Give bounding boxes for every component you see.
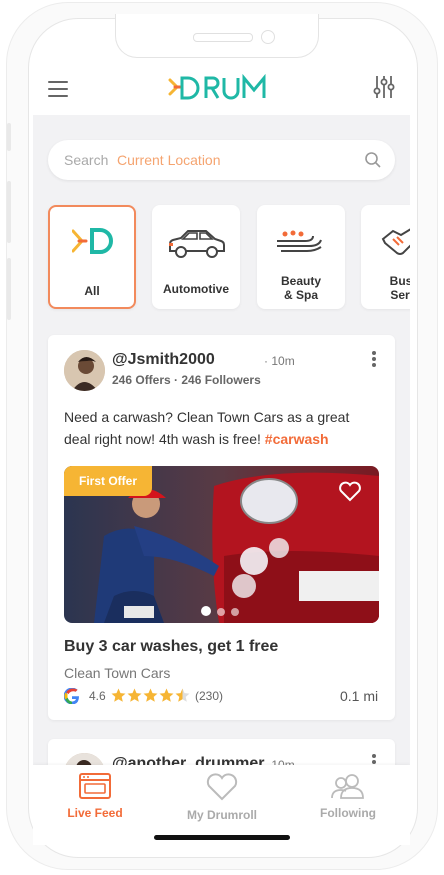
people-icon — [331, 774, 364, 799]
tab-label: Live Feed — [67, 806, 123, 820]
speaker — [193, 33, 253, 42]
post-stats: 246 Offers · 246 Followers — [112, 373, 261, 387]
search-icon[interactable] — [364, 151, 382, 174]
tab-live-feed[interactable]: Live Feed — [45, 773, 145, 820]
google-icon — [64, 688, 79, 704]
star-icon — [159, 688, 174, 702]
more-options-icon[interactable] — [371, 351, 377, 367]
category-label: Automotive — [163, 282, 229, 296]
home-indicator[interactable] — [154, 835, 290, 840]
menu-icon[interactable] — [48, 81, 68, 97]
star-icon — [127, 688, 142, 702]
side-button — [7, 181, 11, 243]
search-label: Search — [64, 152, 109, 168]
post-handle[interactable]: @Jsmith2000 — [112, 351, 215, 369]
filter-icon[interactable] — [373, 74, 395, 105]
post-text: Need a carwash? Clean Town Cars as a gre… — [64, 409, 350, 447]
current-location[interactable]: Current Location — [117, 152, 221, 168]
category-label-line2: & Spa — [283, 288, 318, 302]
app-bar — [33, 62, 410, 115]
review-count[interactable]: (230) — [195, 689, 223, 703]
category-label-line2: Servi — [390, 288, 410, 302]
business-name[interactable]: Clean Town Cars — [64, 665, 170, 681]
category-automotive[interactable]: Automotive — [152, 205, 240, 309]
post-card: @Jsmith2000 · 10m 246 Offers · 246 Follo… — [48, 335, 395, 720]
drum-logo-icon — [72, 228, 113, 254]
category-label: All — [84, 284, 100, 298]
category-label-line1: Beauty — [280, 274, 321, 288]
heart-icon — [206, 773, 238, 801]
tab-my-drumroll[interactable]: My Drumroll — [172, 773, 272, 822]
tab-label: Following — [320, 806, 376, 820]
favorite-heart-icon[interactable] — [338, 480, 362, 507]
star-icon — [111, 688, 126, 702]
tab-following[interactable]: Following — [298, 773, 398, 820]
side-button — [7, 123, 11, 151]
category-beauty-spa[interactable]: Beauty & Spa — [257, 205, 345, 309]
side-button — [7, 258, 11, 320]
rating-value: 4.6 — [89, 689, 106, 703]
bottom-tab-bar: Live Feed My Drumroll Following — [33, 765, 410, 845]
live-feed-icon — [79, 773, 111, 799]
category-business-services[interactable]: Busir Servi — [361, 205, 410, 309]
search-bar[interactable]: Search Current Location — [48, 140, 395, 180]
category-list: All Automotive Beauty & Spa Bus Ser — [48, 205, 410, 311]
car-icon — [169, 230, 225, 258]
star-rating — [111, 688, 191, 706]
star-half-icon — [175, 688, 190, 702]
offer-title[interactable]: Buy 3 car washes, get 1 free — [64, 638, 278, 656]
front-camera — [261, 30, 275, 44]
tab-label: My Drumroll — [186, 808, 257, 822]
handshake-icon — [381, 228, 410, 255]
first-offer-badge: First Offer — [64, 466, 152, 496]
distance: 0.1 mi — [340, 688, 379, 704]
app-logo — [168, 73, 274, 107]
avatar[interactable] — [64, 350, 105, 391]
app-screen: Search Current Location All Automotive B… — [33, 62, 410, 845]
category-label-line1: Busir — [389, 274, 410, 288]
post-time: · 10m — [264, 354, 295, 368]
hashtag[interactable]: #carwash — [265, 431, 329, 447]
category-all[interactable]: All — [48, 205, 136, 309]
carousel-indicator[interactable] — [201, 603, 245, 621]
star-icon — [143, 688, 158, 702]
spa-icon — [277, 230, 322, 252]
